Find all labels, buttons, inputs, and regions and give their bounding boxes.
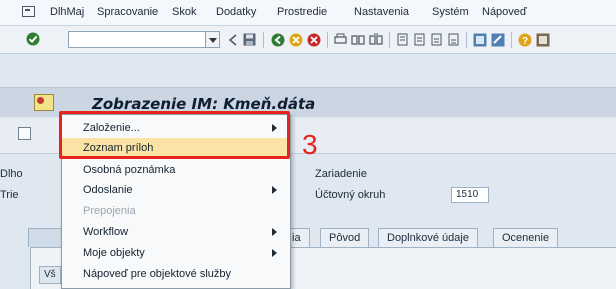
new-session-icon[interactable] xyxy=(473,33,487,47)
layout-icon[interactable] xyxy=(536,33,550,47)
tab-ocenenie[interactable]: Ocenenie xyxy=(493,228,559,247)
prev-page-icon[interactable] xyxy=(413,33,426,46)
nav-back-icon[interactable] xyxy=(271,33,285,47)
back-icon[interactable] xyxy=(228,34,238,46)
svg-text:?: ? xyxy=(522,36,528,47)
menu-bar: DlhMaj Spracovanie Skok Dodatky Prostred… xyxy=(0,0,616,26)
save-icon[interactable] xyxy=(243,33,256,46)
annotation-highlight-box xyxy=(59,111,290,159)
first-page-icon[interactable] xyxy=(396,33,409,46)
menu-system[interactable]: Systém xyxy=(432,6,469,18)
standard-toolbar: ? xyxy=(0,26,616,54)
submenu-arrow-icon xyxy=(272,186,277,194)
panel-subtab[interactable]: Vš xyxy=(39,266,61,284)
uctovny-okruh-label: Účtovný okruh xyxy=(315,189,386,201)
last-page-icon[interactable] xyxy=(447,33,460,46)
menu-skok[interactable]: Skok xyxy=(172,6,196,18)
toolbar-separator xyxy=(263,32,264,48)
menu-item-label: Odoslanie xyxy=(83,184,133,196)
system-menu-icon[interactable] xyxy=(22,6,35,17)
toolbar-separator xyxy=(466,32,467,48)
menu-item-odoslanie[interactable]: Odoslanie xyxy=(62,180,290,200)
menu-item-label: Workflow xyxy=(83,226,129,238)
menu-dodatky[interactable]: Dodatky xyxy=(216,6,256,18)
submenu-arrow-icon xyxy=(272,249,277,257)
command-field[interactable] xyxy=(68,31,206,48)
uctovny-okruh-field[interactable]: 1510 xyxy=(451,187,489,203)
menu-dlhmaj[interactable]: DlhMaj xyxy=(50,6,84,18)
services-for-object-icon[interactable] xyxy=(34,94,54,111)
menu-spracovanie[interactable]: Spracovanie xyxy=(97,6,158,18)
zariadenie-label: Zariadenie xyxy=(315,168,367,180)
menu-item-prepojenia: Prepojenia xyxy=(62,201,290,221)
annotation-step-number: 3 xyxy=(302,129,318,160)
print-icon[interactable] xyxy=(334,33,347,46)
toolbar-separator xyxy=(327,32,328,48)
command-field-dropdown[interactable] xyxy=(206,31,220,48)
shortcut-icon[interactable] xyxy=(491,33,505,47)
menu-item-label: Osobná poznámka xyxy=(83,164,176,176)
menu-item-napoved-objektove-sluzby[interactable]: Nápoveď pre objektové služby xyxy=(62,264,290,284)
document-icon[interactable] xyxy=(18,127,31,140)
menu-item-workflow[interactable]: Workflow xyxy=(62,222,290,242)
toolbar-separator xyxy=(511,32,512,48)
submenu-arrow-icon xyxy=(272,228,277,236)
menu-item-label: Nápoveď pre objektové služby xyxy=(83,268,232,280)
tab-povod[interactable]: Pôvod xyxy=(320,228,370,247)
exit-icon[interactable] xyxy=(289,33,303,47)
check-icon[interactable] xyxy=(26,32,40,46)
tab-doplnkove-udaje[interactable]: Doplnkové údaje xyxy=(378,228,478,247)
help-icon[interactable]: ? xyxy=(518,33,532,47)
next-page-icon[interactable] xyxy=(430,33,443,46)
find-next-icon[interactable] xyxy=(369,33,383,46)
menu-prostredie[interactable]: Prostredie xyxy=(277,6,327,18)
find-icon[interactable] xyxy=(351,33,365,46)
toolbar-separator xyxy=(389,32,390,48)
menu-napoved[interactable]: Nápoveď xyxy=(482,6,527,18)
dlho-label: Dlho xyxy=(0,168,23,180)
menu-nastavenia[interactable]: Nastavenia xyxy=(354,6,409,18)
menu-item-label: Moje objekty xyxy=(83,247,145,259)
menu-item-label: Prepojenia xyxy=(83,205,136,217)
menu-item-osobna-poznamka[interactable]: Osobná poznámka xyxy=(62,160,290,180)
menu-item-moje-objekty[interactable]: Moje objekty xyxy=(62,243,290,263)
trie-label: Trie xyxy=(0,189,19,201)
cancel-icon[interactable] xyxy=(307,33,321,47)
